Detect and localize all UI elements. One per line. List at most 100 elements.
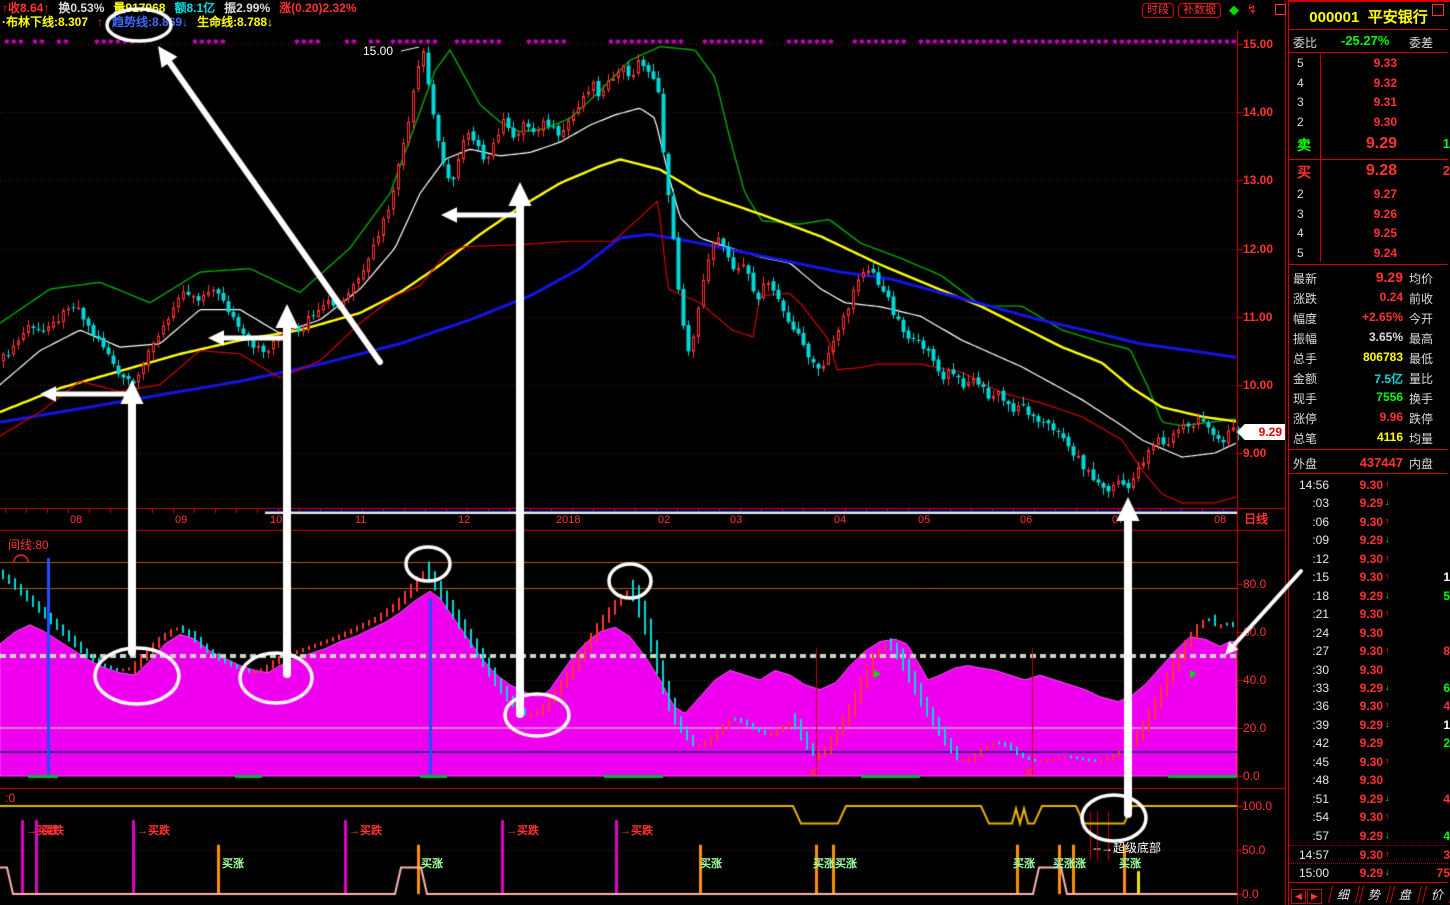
stat-right-label: 换手 (1409, 392, 1434, 406)
fill-data-button[interactable]: 补数据 (1178, 3, 1221, 18)
order-book-price: 9.31 (1373, 95, 1397, 110)
tick-time: :12 (1312, 551, 1329, 566)
indicator-axis-label: 80.0 (1243, 577, 1267, 591)
date-label: 05 (918, 514, 931, 526)
order-book-price: 9.29 (1365, 134, 1397, 152)
scroll-right-button[interactable]: ▶ (1307, 889, 1322, 904)
bottom-indicator-label: :0 (5, 791, 16, 805)
stat-label: 金额 (1293, 372, 1318, 386)
red-square-icon[interactable] (1275, 4, 1286, 15)
date-label: 06 (1020, 514, 1033, 526)
tick-direction-icon: ↓ (1385, 792, 1390, 803)
tick-time: :45 (1312, 754, 1329, 769)
order-book-row[interactable]: 2 9.30 (1289, 113, 1448, 133)
bottom-axis-label: 50.0 (1242, 843, 1266, 857)
indicator-value-field: 生命线:8.788↓ (197, 15, 274, 29)
stock-title: 000001 平安银行 (1289, 6, 1448, 27)
stat-right-label: 均量 (1409, 432, 1434, 446)
tick-direction-icon: ↑ (1385, 608, 1390, 619)
window-control-icon[interactable] (1432, 4, 1444, 16)
indicator-axis-label: 60.0 (1243, 625, 1267, 639)
order-book-level: 卖 (1297, 136, 1311, 153)
buy-rise-signal-label: 买涨 (1119, 858, 1141, 870)
order-book-price: 9.27 (1373, 187, 1397, 201)
red-marker-icon[interactable]: ↯ (1247, 2, 1257, 16)
tick-volume: 5 (1443, 588, 1450, 603)
tab-价[interactable]: 价 (1421, 886, 1450, 903)
period-button[interactable]: 时段 (1142, 3, 1174, 18)
tick-row: :15 9.30 ↑ 1 (1289, 568, 1450, 586)
order-book-row[interactable]: 4 9.25 (1289, 224, 1448, 244)
order-book-row[interactable]: 3 9.31 (1289, 93, 1448, 113)
order-book-row[interactable]: 5 9.33 (1289, 54, 1448, 74)
tick-time: :18 (1312, 588, 1329, 603)
indicator-value-field: 趋势线:8.869↓ (112, 15, 189, 29)
tick-direction-icon: ↓ (1385, 867, 1390, 878)
tick-price: 9.29 (1359, 717, 1383, 732)
tick-price: 9.30 (1359, 662, 1383, 677)
tab-细[interactable]: 细 (1328, 886, 1361, 903)
order-book-price: 9.24 (1373, 246, 1397, 261)
tick-row: :18 9.29 ↓ 5 (1289, 587, 1450, 605)
stat-row: 总笔 4116 均量 (1289, 428, 1448, 448)
stat-label: 最新 (1293, 272, 1318, 286)
stat-label: 总手 (1293, 352, 1318, 366)
tabs: 细势盘价逆 (1327, 886, 1450, 903)
tick-volume: 4 (1443, 828, 1450, 843)
quote-field: 量917968 (113, 1, 166, 15)
tick-row: 15:00 9.29 ↓ 75 (1289, 863, 1450, 882)
tick-volume: 75 (1436, 866, 1450, 881)
period-label: 日线 (1244, 512, 1269, 526)
indicator-axis-label: 40.0 (1243, 673, 1267, 687)
chart-canvas[interactable] (0, 0, 1450, 905)
tick-price: 9.30 (1359, 848, 1383, 862)
waipan-value: 437447 (1359, 455, 1403, 470)
tick-price: 9.30 (1359, 570, 1383, 585)
tick-row: :06 9.30 ↑ (1289, 513, 1448, 531)
tick-volume: 1 (1443, 570, 1450, 585)
tick-time: :30 (1312, 662, 1329, 677)
tick-price: 9.30 (1359, 607, 1383, 622)
buy-fall-signal-label: 买跌 (42, 825, 64, 837)
order-book-level: 2 (1297, 115, 1304, 130)
tick-price: 9.30 (1359, 514, 1383, 529)
scroll-left-button[interactable]: ◀ (1291, 889, 1306, 904)
divider (1289, 882, 1448, 883)
order-book-row[interactable]: 2 9.27 (1289, 185, 1448, 205)
tick-time: :24 (1312, 625, 1329, 640)
tick-price: 9.30 (1359, 625, 1383, 640)
order-book-volume: 2 (1442, 163, 1450, 178)
tick-direction-icon: ↑ (1385, 700, 1390, 711)
stat-value: 7556 (1376, 390, 1403, 404)
stat-right-label: 均价 (1409, 272, 1434, 286)
order-book-row[interactable]: 卖 9.29 1 (1289, 133, 1450, 158)
quote-field: 涨(0.20)2.32% (279, 1, 357, 15)
quote-field: ↑收8.64↑ (2, 1, 50, 15)
order-book-row[interactable]: 3 9.26 (1289, 205, 1448, 225)
tick-direction-icon: ↑ (1385, 849, 1390, 859)
tick-volume: 3 (1443, 848, 1450, 862)
tick-time: :57 (1312, 828, 1329, 843)
date-label: 12 (458, 514, 471, 526)
price-axis-label: 9.00 (1243, 446, 1267, 460)
tab-势[interactable]: 势 (1359, 886, 1392, 903)
order-book-row[interactable]: 买 9.28 2 (1289, 160, 1450, 185)
divider (1289, 264, 1448, 265)
tick-direction-icon: ↑ (1385, 755, 1390, 766)
green-diamond-icon[interactable]: ◆ (1229, 2, 1239, 18)
price-axis-label: 10.00 (1243, 378, 1274, 392)
buy-rise-signal-label: 买涨 (421, 858, 443, 870)
order-book-level: 4 (1297, 226, 1304, 241)
tick-price: 9.29 (1359, 588, 1383, 603)
order-book-row[interactable]: 5 9.24 (1289, 244, 1448, 264)
date-label: 09 (175, 514, 188, 526)
order-book-level: 5 (1297, 246, 1304, 261)
stat-label: 幅度 (1293, 312, 1318, 326)
trading-terminal: ↑收8.64↑ 换0.53% 量917968 额8.1亿 振2.99% 涨(0.20)2.… (0, 0, 1450, 905)
indicator-value-field: ↑ (97, 15, 104, 29)
tab-盘[interactable]: 盘 (1390, 886, 1423, 903)
weibi-label: 委比 (1293, 36, 1318, 50)
order-book-row[interactable]: 4 9.32 (1289, 74, 1448, 94)
stat-right-label: 今开 (1409, 312, 1434, 326)
bottom-axis-label: 0.0 (1242, 887, 1259, 901)
